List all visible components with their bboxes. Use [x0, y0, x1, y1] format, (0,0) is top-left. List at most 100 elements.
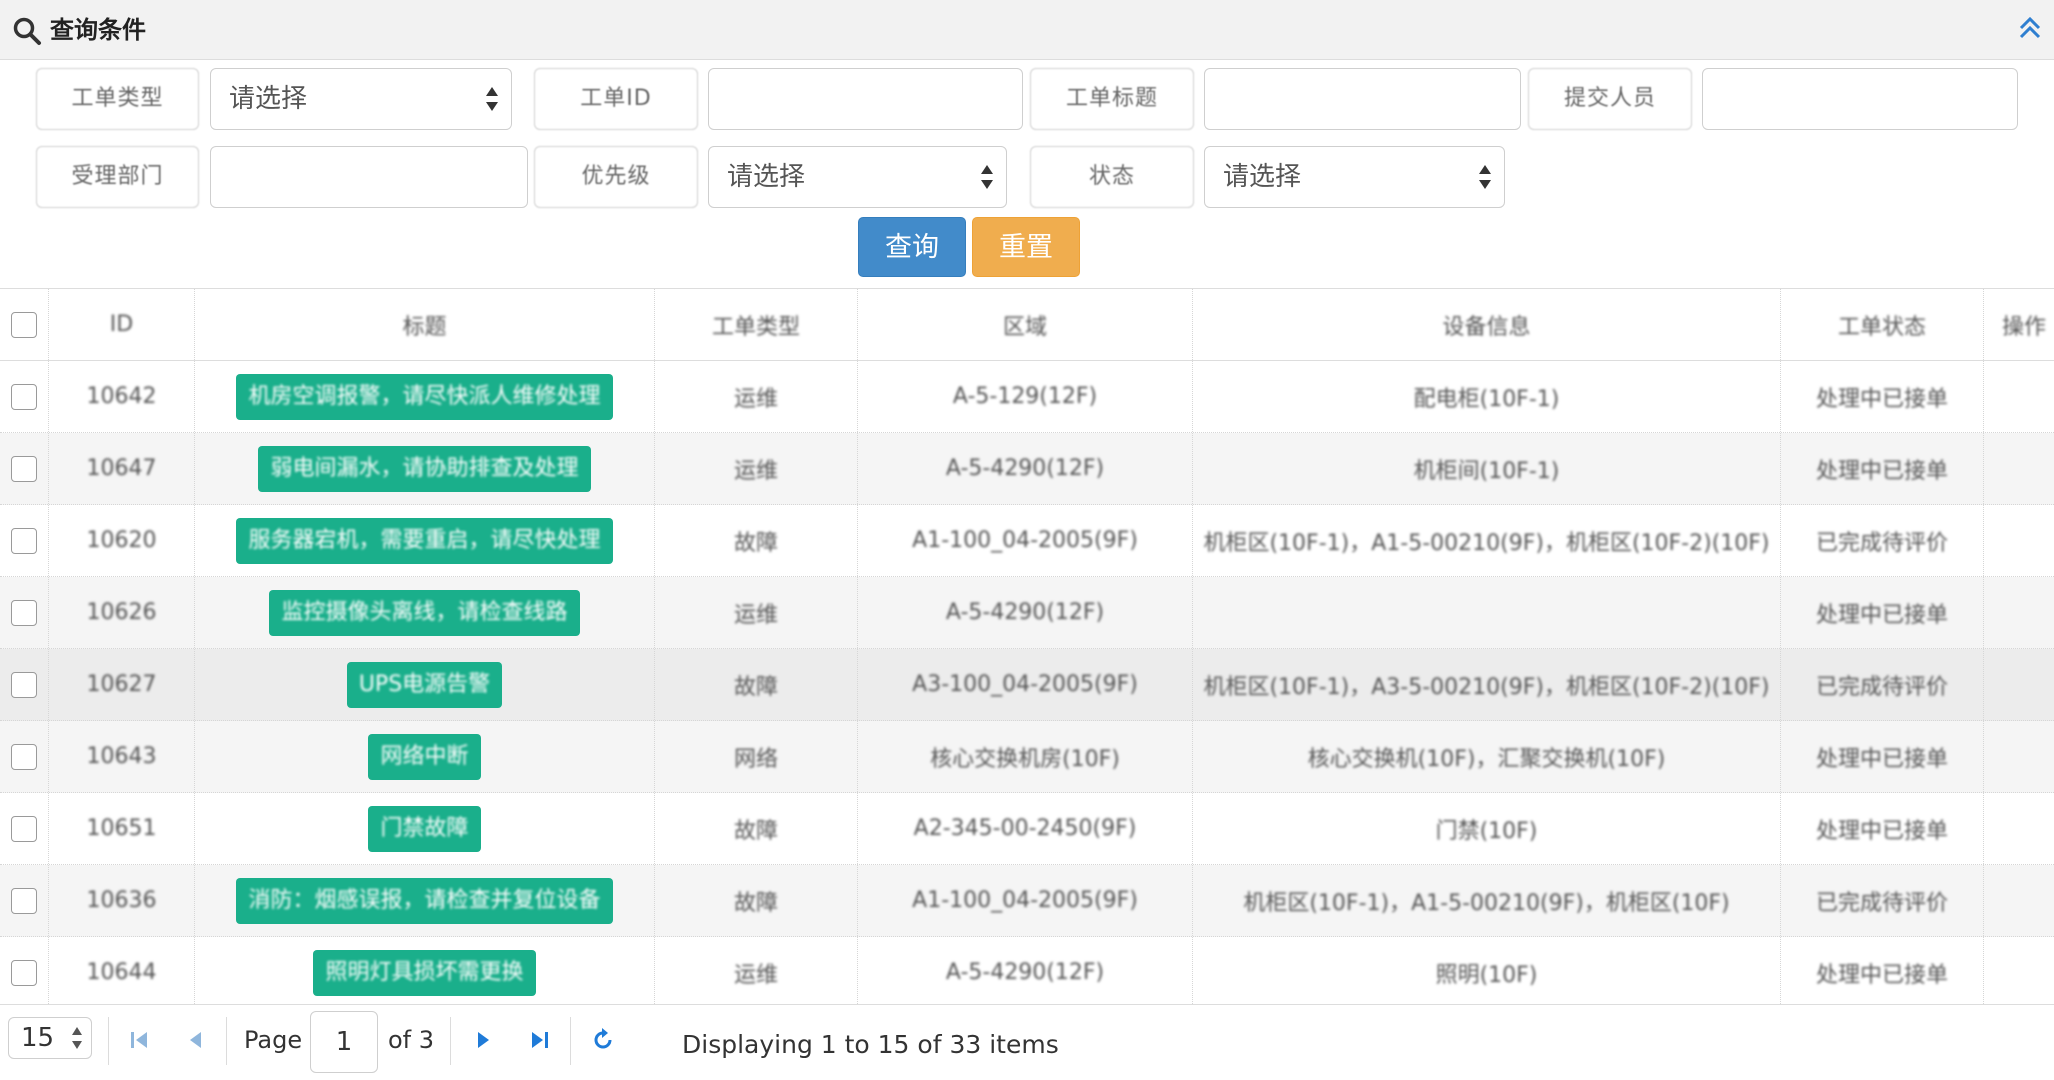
page-number-input[interactable]: 1: [310, 1011, 378, 1073]
row-checkbox[interactable]: [11, 815, 37, 842]
ticket-type-select-value: 请选择: [229, 84, 308, 114]
status-select[interactable]: 请选择: [1204, 146, 1505, 208]
cell-status: 已完成待评价: [1815, 674, 1948, 700]
prev-page-icon[interactable]: [181, 1025, 211, 1055]
priority-select[interactable]: 请选择: [708, 146, 1007, 208]
ticket-title-tag[interactable]: 门禁故障: [368, 805, 481, 852]
cell-status: 已完成待评价: [1815, 890, 1948, 916]
query-button[interactable]: 查询: [858, 217, 966, 277]
cell-type: 运维: [733, 458, 778, 484]
cell-area: A-5-4290(12F): [945, 600, 1105, 625]
row-checkbox[interactable]: [11, 599, 37, 626]
column-header-area[interactable]: 区域: [1003, 309, 1047, 341]
table-row[interactable]: 10626 监控摄像头离线，请检查线路 运维 A-5-4290(12F) 处理中已接单: [0, 577, 2054, 649]
ticket-id-input[interactable]: [708, 68, 1023, 130]
cell-device: 机柜区(10F-1)，A1-5-00210(9F)，机柜区(10F-2)(10F…: [1203, 530, 1770, 556]
cell-type: 故障: [733, 674, 778, 700]
page-size-select[interactable]: 15: [8, 1017, 92, 1059]
column-header-type[interactable]: 工单类型: [712, 309, 800, 341]
submitter-input[interactable]: [1702, 68, 2018, 130]
filter-label-submitter: 提交人员: [1528, 68, 1692, 130]
cell-id: 10643: [86, 744, 157, 769]
last-page-icon[interactable]: [524, 1025, 554, 1055]
cell-status: 处理中已接单: [1815, 818, 1948, 844]
pager-separator: [226, 1017, 227, 1065]
row-checkbox[interactable]: [11, 743, 37, 770]
table-row[interactable]: 10647 弱电间漏水，请协助排查及处理 运维 A-5-4290(12F) 机柜间(10…: [0, 433, 2054, 505]
column-header-id[interactable]: ID: [110, 312, 133, 337]
select-all-checkbox[interactable]: [11, 311, 37, 338]
ticket-title-tag[interactable]: 服务器宕机，需要重启，请尽快处理: [236, 517, 613, 564]
ticket-title-text: 消防：烟感误报，请检查并复位设备: [248, 887, 601, 913]
cell-id: 10627: [86, 672, 157, 697]
panel-title: 查询条件: [50, 16, 146, 44]
table-row[interactable]: 10636 消防：烟感误报，请检查并复位设备 故障 A1-100_04-2005(9F…: [0, 865, 2054, 937]
row-checkbox[interactable]: [11, 527, 37, 554]
ticket-title-text: 网络中断: [380, 743, 469, 769]
table-row[interactable]: 10620 服务器宕机，需要重启，请尽快处理 故障 A1-100_04-2005(9F…: [0, 505, 2054, 577]
cell-device: 机柜区(10F-1)，A1-5-00210(9F)，机柜区(10F): [1243, 890, 1730, 916]
table-row[interactable]: 10644 照明灯具损坏需更换 运维 A-5-4290(12F) 照明(10F) 处理中已…: [0, 937, 2054, 1004]
ticket-title-tag[interactable]: 消防：烟感误报，请检查并复位设备: [236, 877, 613, 924]
cell-device: 照明(10F): [1435, 962, 1538, 988]
pager-separator: [570, 1017, 571, 1065]
filter-label-status: 状态: [1030, 146, 1194, 208]
query-panel-header: 查询条件: [0, 0, 2054, 60]
table-row[interactable]: 10651 门禁故障 故障 A2-345-00-2450(9F) 门禁(10F) 处理中已…: [0, 793, 2054, 865]
cell-type: 故障: [733, 818, 778, 844]
ticket-title-tag[interactable]: 机房空调报警，请尽快派人维修处理: [236, 373, 613, 420]
page-size-value: 15: [21, 1023, 55, 1053]
ticket-title-input[interactable]: [1204, 68, 1521, 130]
search-icon: [13, 17, 41, 45]
cell-area: A-5-4290(12F): [945, 456, 1105, 481]
ticket-title-text: 服务器宕机，需要重启，请尽快处理: [248, 527, 601, 553]
status-select-value: 请选择: [1223, 162, 1302, 192]
row-checkbox[interactable]: [11, 383, 37, 410]
table-row[interactable]: 10627 UPS电源告警 故障 A3-100_04-2005(9F) 机柜区(10F-…: [0, 649, 2054, 721]
cell-id: 10620: [86, 528, 157, 553]
ticket-title-text: UPS电源告警: [358, 671, 491, 697]
cell-id: 10644: [86, 960, 157, 985]
filter-label-department: 受理部门: [36, 146, 199, 208]
filter-label-ticket-id: 工单ID: [534, 68, 698, 130]
ticket-type-select[interactable]: 请选择: [210, 68, 512, 130]
refresh-icon[interactable]: [588, 1025, 618, 1055]
filter-label-ticket-type: 工单类型: [36, 68, 199, 130]
next-page-icon[interactable]: [468, 1025, 498, 1055]
reset-button[interactable]: 重置: [972, 217, 1080, 277]
column-header-status[interactable]: 工单状态: [1838, 309, 1926, 341]
collapse-up-icon[interactable]: [2016, 14, 2044, 42]
first-page-icon[interactable]: [125, 1025, 155, 1055]
row-checkbox[interactable]: [11, 887, 37, 914]
cell-device: 配电柜(10F-1): [1413, 386, 1560, 412]
ticket-title-tag[interactable]: 网络中断: [368, 733, 481, 780]
select-caret-icon: [981, 165, 993, 189]
select-caret-icon: [72, 1027, 82, 1049]
ticket-title-tag[interactable]: 监控摄像头离线，请检查线路: [269, 589, 580, 636]
column-header-title[interactable]: 标题: [402, 309, 446, 341]
cell-status: 处理中已接单: [1815, 458, 1948, 484]
cell-area: 核心交换机房(10F): [930, 746, 1120, 772]
column-header-device[interactable]: 设备信息: [1442, 309, 1530, 341]
cell-area: A3-100_04-2005(9F): [912, 672, 1138, 697]
row-checkbox[interactable]: [11, 455, 37, 482]
cell-type: 运维: [733, 962, 778, 988]
ticket-title-tag[interactable]: 照明灯具损坏需更换: [313, 949, 536, 996]
cell-id: 10651: [86, 816, 157, 841]
row-checkbox[interactable]: [11, 671, 37, 698]
select-caret-icon: [486, 87, 498, 111]
cell-type: 故障: [733, 890, 778, 916]
ticket-title-tag[interactable]: UPS电源告警: [346, 661, 503, 708]
table-row[interactable]: 10643 网络中断 网络 核心交换机房(10F) 核心交换机(10F)，汇聚交换机(1…: [0, 721, 2054, 793]
table-row[interactable]: 10642 机房空调报警，请尽快派人维修处理 运维 A-5-129(12F) 配电柜(1…: [0, 361, 2054, 433]
page-label: Page: [244, 1026, 303, 1054]
ticket-title-text: 照明灯具损坏需更换: [325, 959, 524, 985]
department-input[interactable]: [210, 146, 528, 208]
cell-type: 网络: [733, 746, 778, 772]
cell-device: 机柜间(10F-1): [1413, 458, 1560, 484]
column-header-actions[interactable]: 操作: [2002, 309, 2046, 341]
cell-status: 处理中已接单: [1815, 602, 1948, 628]
ticket-title-tag[interactable]: 弱电间漏水，请协助排查及处理: [258, 445, 591, 492]
row-checkbox[interactable]: [11, 959, 37, 986]
pager-separator: [108, 1017, 109, 1065]
